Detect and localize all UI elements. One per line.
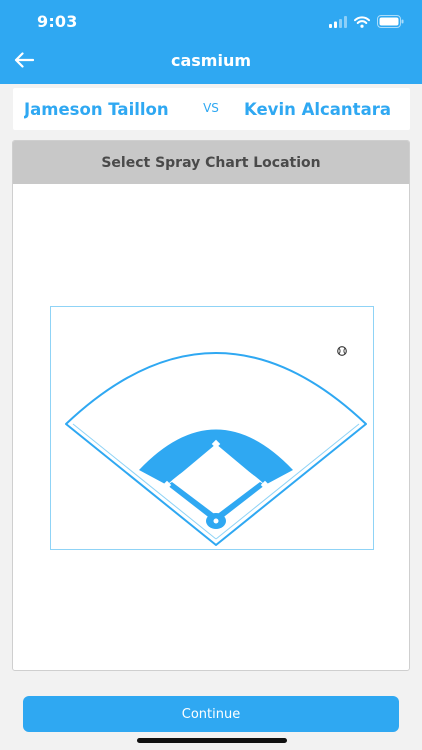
- home-indicator: [137, 738, 287, 743]
- status-icons: [329, 13, 404, 32]
- baseball-field-diagram[interactable]: [51, 307, 373, 549]
- home-player-name: Jameson Taillon: [24, 99, 169, 119]
- baseball-icon[interactable]: [337, 341, 347, 360]
- wifi-icon: [354, 13, 370, 32]
- spray-chart-field[interactable]: [50, 306, 374, 550]
- status-bar: 9:03: [0, 0, 422, 42]
- page-title: casmium: [170, 51, 252, 70]
- spray-chart-panel: Select Spray Chart Location: [12, 140, 410, 671]
- status-time: 9:03: [37, 12, 78, 31]
- app-header: 9:03 casmium: [0, 0, 422, 84]
- battery-icon: [377, 13, 404, 32]
- nav-bar: casmium: [0, 42, 422, 82]
- cellular-signal-icon: [329, 13, 347, 32]
- away-player-name: Kevin Alcantara: [244, 99, 391, 119]
- matchup-card: Jameson Taillon VS Kevin Alcantara: [13, 88, 410, 130]
- continue-button[interactable]: Continue: [23, 696, 399, 732]
- spray-chart-header: Select Spray Chart Location: [13, 141, 409, 184]
- vs-label: VS: [203, 101, 219, 115]
